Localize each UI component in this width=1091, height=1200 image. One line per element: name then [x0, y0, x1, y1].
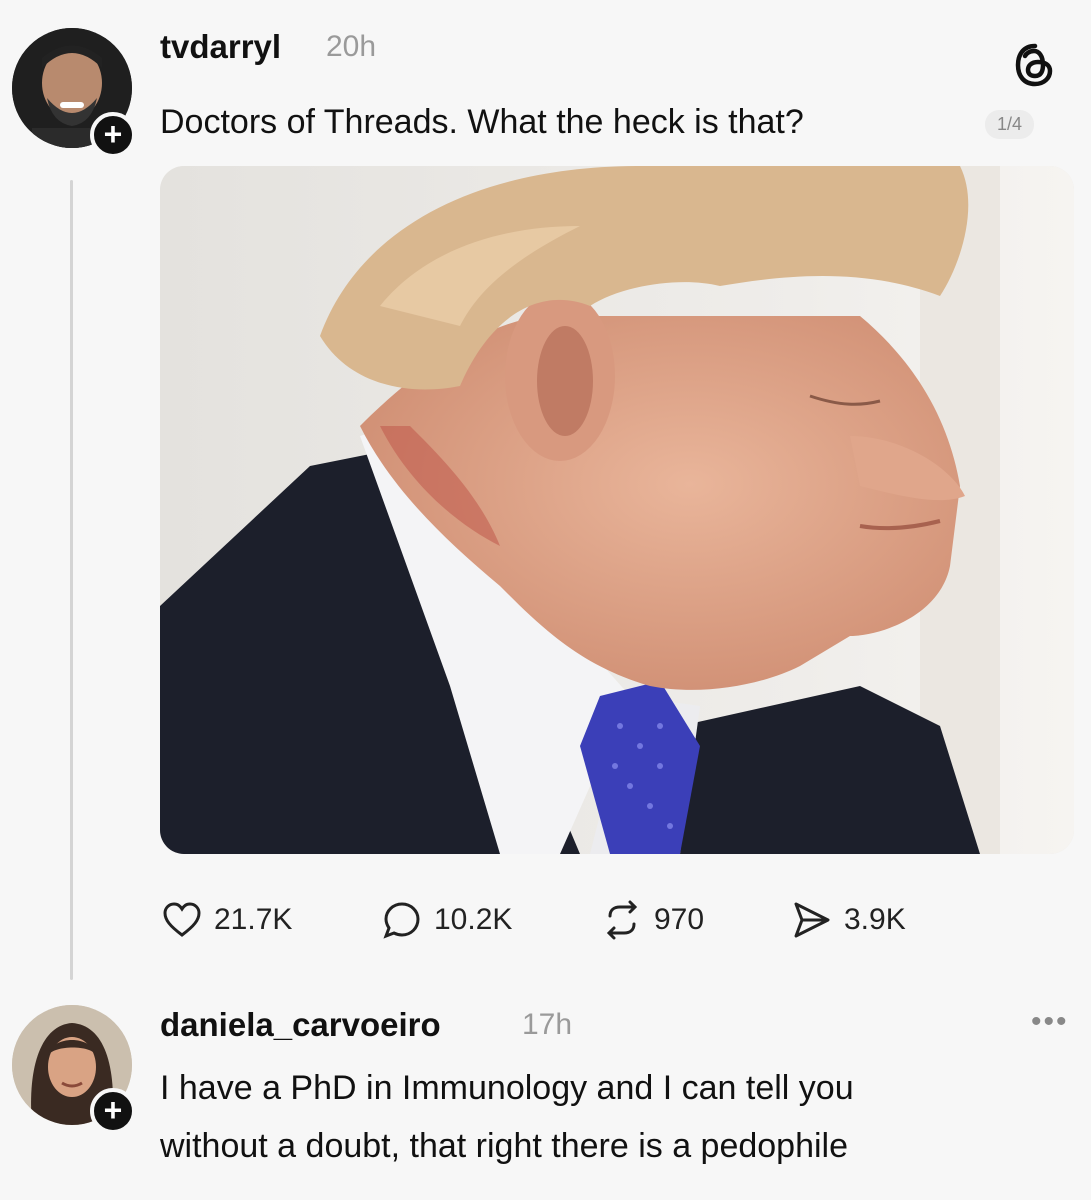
- share-count: 3.9K: [844, 903, 906, 936]
- comment-icon: [383, 902, 420, 939]
- repost-count: 970: [654, 903, 705, 936]
- reply-timestamp: 17h: [522, 1008, 573, 1041]
- thread-connector-line: [70, 180, 73, 980]
- like-button[interactable]: 21.7K: [160, 898, 292, 942]
- repost-button[interactable]: 970: [600, 898, 704, 942]
- image-counter-badge: 1/4: [985, 110, 1035, 139]
- reply-button[interactable]: 10.2K: [380, 898, 512, 942]
- reply-follow-plus-icon[interactable]: +: [90, 1088, 136, 1134]
- reply-text-line-2: without a doubt, that right there is a p…: [160, 1127, 849, 1165]
- post-text: Doctors of Threads. What the heck is tha…: [160, 103, 804, 141]
- reply-username[interactable]: daniela_carvoeiro: [160, 1006, 441, 1044]
- post-username[interactable]: tvdarryl: [160, 28, 281, 66]
- heart-icon: [163, 902, 201, 937]
- post-image[interactable]: [160, 166, 1074, 854]
- follow-plus-icon[interactable]: +: [90, 112, 136, 158]
- more-icon[interactable]: •••: [1031, 1005, 1069, 1039]
- like-count: 21.7K: [214, 903, 293, 936]
- repost-icon: [606, 900, 638, 940]
- reply-text-line-1: I have a PhD in Immunology and I can tel…: [160, 1069, 854, 1107]
- send-icon: [794, 902, 830, 938]
- share-button[interactable]: 3.9K: [790, 898, 906, 942]
- threads-logo-icon[interactable]: [1010, 40, 1060, 90]
- post-timestamp: 20h: [326, 30, 377, 63]
- photo-man-profile-neck: [160, 166, 1074, 854]
- reply-count: 10.2K: [434, 903, 513, 936]
